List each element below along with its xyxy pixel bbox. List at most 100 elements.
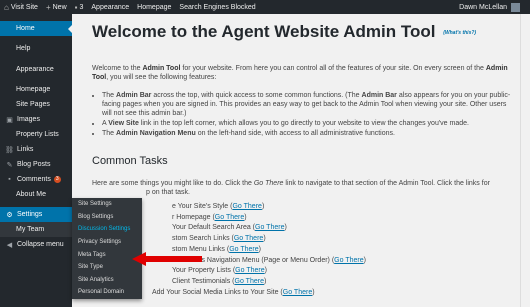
sidebar-item-label: Settings (17, 211, 43, 218)
intro-text: for your website. From here you can cont… (180, 65, 486, 72)
task-text: r Homepage ( (172, 213, 215, 221)
visit-site-link[interactable]: ⌂ Visit Site (0, 3, 42, 12)
submenu-item-discussion-settings[interactable]: Discussion Settings (72, 223, 142, 236)
sidebar-item-label: Images (17, 116, 40, 123)
list-item: r Homepage (Go There) (172, 213, 247, 221)
sidebar-item-homepage[interactable]: Homepage (0, 82, 72, 97)
settings-submenu: Site Settings Blog Settings Discussion S… (72, 198, 142, 299)
task-text: Client Testimonials ( (172, 277, 235, 285)
submenu-item-privacy-settings[interactable]: Privacy Settings (72, 236, 142, 249)
homepage-link[interactable]: Homepage (133, 4, 175, 11)
submenu-item-site-settings[interactable]: Site Settings (72, 198, 142, 211)
search-engines-blocked-link[interactable]: Search Engines Blocked (175, 4, 259, 11)
admin-bar: ⌂ Visit Site + New ▪ 3 Appearance Homepa… (0, 0, 530, 14)
submenu-item-personal-domain[interactable]: Personal Domain (72, 286, 142, 299)
go-there-link[interactable]: Go There (234, 235, 263, 242)
visit-site-label: Visit Site (10, 3, 38, 11)
list-item: e Your Site's Style (Go There) (172, 203, 265, 210)
list-item: Client Testimonials (Go There) (172, 277, 267, 285)
sidebar-item-label: Blog Posts (17, 161, 51, 168)
feature-bold: Admin Navigation Menu (116, 130, 196, 137)
user-account-link[interactable]: Dawn McLellan (459, 2, 530, 12)
list-item: A View Site link in the top left corner,… (102, 119, 514, 128)
sidebar-item-label: Homepage (16, 86, 51, 93)
feature-text: The (102, 92, 117, 99)
sidebar-item-help[interactable]: Help (0, 41, 72, 56)
sidebar-item-label: Links (17, 146, 34, 153)
sidebar-item-home[interactable]: Home (0, 21, 72, 36)
sidebar-item-appearance[interactable]: Appearance (0, 62, 72, 77)
tasks-intro-text: p on that task. (146, 189, 190, 196)
appearance-label: Appearance (91, 3, 130, 11)
pushpin-icon: ✎ (6, 161, 13, 169)
intro-text: , you will see the following features: (106, 74, 217, 81)
common-tasks-list: e Your Site's Style (Go There) r Homepag… (102, 202, 514, 298)
feature-bold: Admin Bar (116, 92, 152, 99)
go-there-link[interactable]: Go There (235, 267, 264, 274)
feature-text: link in the top left corner, which allow… (138, 120, 469, 127)
tasks-intro-italic: Go There (253, 180, 284, 187)
sidebar-item-about-me[interactable]: About Me (0, 187, 72, 202)
sidebar-item-site-pages[interactable]: Site Pages (0, 97, 72, 112)
list-item: Your Default Search Area (Go There) (172, 224, 287, 232)
new-label: New (52, 3, 67, 11)
intro-text: Welcome to the (92, 65, 143, 72)
sidebar-item-property-lists[interactable]: Property Lists (0, 127, 72, 142)
task-text: Your Property Lists ( (172, 267, 236, 275)
submenu-item-site-analytics[interactable]: Site Analytics (72, 274, 142, 287)
sidebar-item-blog-posts[interactable]: ✎ Blog Posts (0, 157, 72, 172)
comment-bubble-icon: ▪ (74, 2, 78, 12)
red-pointer-arrow-icon (132, 252, 202, 266)
list-item: Add Your Social Media Links to Your Site… (152, 288, 315, 296)
home-icon: ⌂ (4, 2, 9, 12)
admin-navigation-menu: Home Help Appearance Homepage Site Pages… (0, 14, 72, 307)
intro-paragraph: Welcome to the Admin Tool for your websi… (92, 64, 514, 82)
page-title: Welcome to the Agent Website Admin Tool … (92, 22, 514, 42)
new-content-link[interactable]: + New (42, 3, 71, 12)
images-icon: ▣ (6, 116, 13, 124)
tasks-intro-text: link to navigate to that section of the … (283, 180, 490, 187)
go-there-link[interactable]: Go There (334, 257, 363, 264)
go-there-link[interactable]: Go There (229, 246, 258, 253)
homepage-label: Homepage (137, 3, 172, 11)
feature-text: across the top, with quick access to som… (151, 92, 362, 99)
sidebar-item-images[interactable]: ▣ Images (0, 112, 72, 127)
sidebar-item-comments[interactable]: ▪ Comments 3 (0, 172, 72, 187)
plus-icon: + (45, 2, 51, 12)
feature-text: on the left-hand side, with access to al… (195, 130, 395, 137)
sidebar-item-label: Collapse menu (17, 241, 64, 248)
feature-bold: Admin Bar (361, 92, 397, 99)
go-there-link[interactable]: Go There (283, 289, 312, 296)
sidebar-item-label: About Me (16, 191, 46, 198)
sidebar-item-my-team[interactable]: My Team (0, 222, 72, 237)
comment-bubble-icon: ▪ (8, 176, 11, 183)
whats-this-link[interactable]: (What's this?) (443, 30, 476, 36)
submenu-item-blog-settings[interactable]: Blog Settings (72, 211, 142, 224)
comments-link[interactable]: ▪ 3 (71, 3, 88, 12)
sidebar-item-settings[interactable]: ⚙ Settings (0, 207, 72, 222)
intro-bold: Admin Tool (142, 65, 181, 72)
tasks-intro-text: Here are some things you might like to d… (92, 180, 254, 187)
tasks-intro-paragraph: Here are some things you might like to d… (92, 179, 514, 197)
feature-text: The (102, 130, 117, 137)
comments-count: 3 (79, 3, 84, 11)
sidebar-item-label: Property Lists (16, 131, 59, 138)
link-icon: ⛓ (5, 146, 14, 154)
user-name: Dawn McLellan (459, 3, 507, 11)
sidebar-item-links[interactable]: ⛓ Links (0, 142, 72, 157)
common-tasks-heading: Common Tasks (92, 155, 168, 167)
go-there-link[interactable]: Go There (215, 214, 244, 221)
go-there-link[interactable]: Go There (235, 278, 264, 285)
sidebar-item-label: Comments (17, 176, 51, 183)
appearance-link[interactable]: Appearance (87, 4, 133, 11)
sidebar-item-label: My Team (16, 226, 45, 233)
list-item: The Admin Navigation Menu on the left-ha… (102, 129, 514, 138)
go-there-link[interactable]: Go There (232, 203, 261, 210)
avatar (511, 2, 520, 12)
task-text: Your Default Search Area ( (172, 224, 256, 232)
right-frame (520, 14, 530, 307)
features-list: The Admin Bar across the top, with quick… (102, 91, 514, 138)
go-there-link[interactable]: Go There (255, 224, 284, 231)
collapse-menu-button[interactable]: ◀ Collapse menu (0, 237, 72, 252)
sidebar-item-label: Site Pages (16, 101, 50, 108)
